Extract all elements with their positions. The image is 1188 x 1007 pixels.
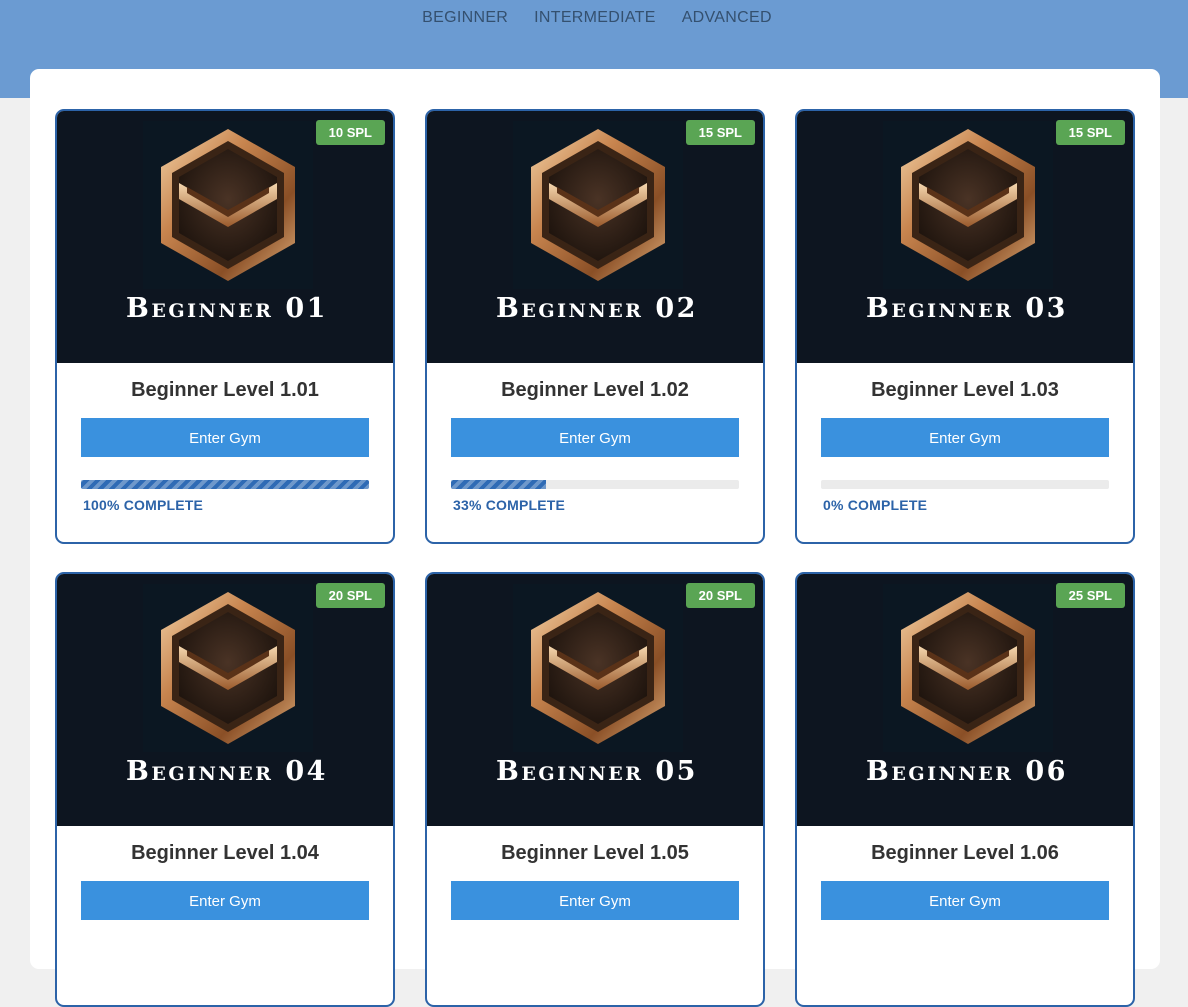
tab-intermediate[interactable]: INTERMEDIATE [534,9,656,27]
tab-advanced[interactable]: ADVANCED [682,9,772,27]
progress-bar [821,480,1109,489]
gym-card-image[interactable]: Beginner 01 10 SPL [57,111,393,363]
enter-gym-button[interactable]: Enter Gym [451,418,739,457]
gym-image-title: Beginner 05 [496,756,698,787]
spl-badge: 25 SPL [1055,583,1125,608]
spl-badge: 15 SPL [1055,120,1125,145]
gym-level-title: Beginner Level 1.04 [131,842,319,864]
gym-level-title: Beginner Level 1.02 [501,379,689,401]
gym-card-image[interactable]: Beginner 03 15 SPL [797,111,1133,363]
progress-bar-fill [451,480,547,489]
bronze-rank-emblem-icon [143,584,313,752]
gym-card-image[interactable]: Beginner 05 20 SPL [427,574,763,826]
tab-beginner[interactable]: BEGINNER [422,9,508,27]
progress-bar [451,480,739,489]
progress-label: 0% COMPLETE [823,497,928,513]
enter-gym-button[interactable]: Enter Gym [81,418,369,457]
spl-badge: 10 SPL [315,120,385,145]
progress-bar [81,480,369,489]
enter-gym-button[interactable]: Enter Gym [821,418,1109,457]
spl-badge: 20 SPL [685,583,755,608]
gym-image-title: Beginner 01 [126,293,328,324]
gym-card: Beginner 03 15 SPL Beginner Level 1.03 E… [795,109,1135,544]
bronze-rank-emblem-icon [513,121,683,289]
progress-label: 100% COMPLETE [83,497,204,513]
progress-label: 33% COMPLETE [453,497,566,513]
bronze-rank-emblem-icon [883,584,1053,752]
gym-level-title: Beginner Level 1.05 [501,842,689,864]
bronze-rank-emblem-icon [883,121,1053,289]
level-tabs: BEGINNER INTERMEDIATE ADVANCED [0,9,1188,27]
gym-card-image[interactable]: Beginner 04 20 SPL [57,574,393,826]
bronze-rank-emblem-icon [143,121,313,289]
bronze-rank-emblem-icon [513,584,683,752]
gym-card: Beginner 06 25 SPL Beginner Level 1.06 E… [795,572,1135,1007]
enter-gym-button[interactable]: Enter Gym [821,881,1109,920]
gym-card: Beginner 01 10 SPL Beginner Level 1.01 E… [55,109,395,544]
enter-gym-button[interactable]: Enter Gym [451,881,739,920]
gym-level-title: Beginner Level 1.06 [871,842,1059,864]
gym-card: Beginner 02 15 SPL Beginner Level 1.02 E… [425,109,765,544]
gym-card: Beginner 05 20 SPL Beginner Level 1.05 E… [425,572,765,1007]
gym-image-title: Beginner 03 [866,293,1068,324]
gym-level-title: Beginner Level 1.01 [131,379,319,401]
gym-list-panel: Beginner 01 10 SPL Beginner Level 1.01 E… [30,69,1160,1007]
gym-image-title: Beginner 02 [496,293,698,324]
gym-image-title: Beginner 04 [126,756,328,787]
gym-card-image[interactable]: Beginner 02 15 SPL [427,111,763,363]
gym-image-title: Beginner 06 [866,756,1068,787]
gym-card-image[interactable]: Beginner 06 25 SPL [797,574,1133,826]
gym-card: Beginner 04 20 SPL Beginner Level 1.04 E… [55,572,395,1007]
enter-gym-button[interactable]: Enter Gym [81,881,369,920]
spl-badge: 20 SPL [315,583,385,608]
gym-level-title: Beginner Level 1.03 [871,379,1059,401]
spl-badge: 15 SPL [685,120,755,145]
progress-bar-fill [81,480,369,489]
